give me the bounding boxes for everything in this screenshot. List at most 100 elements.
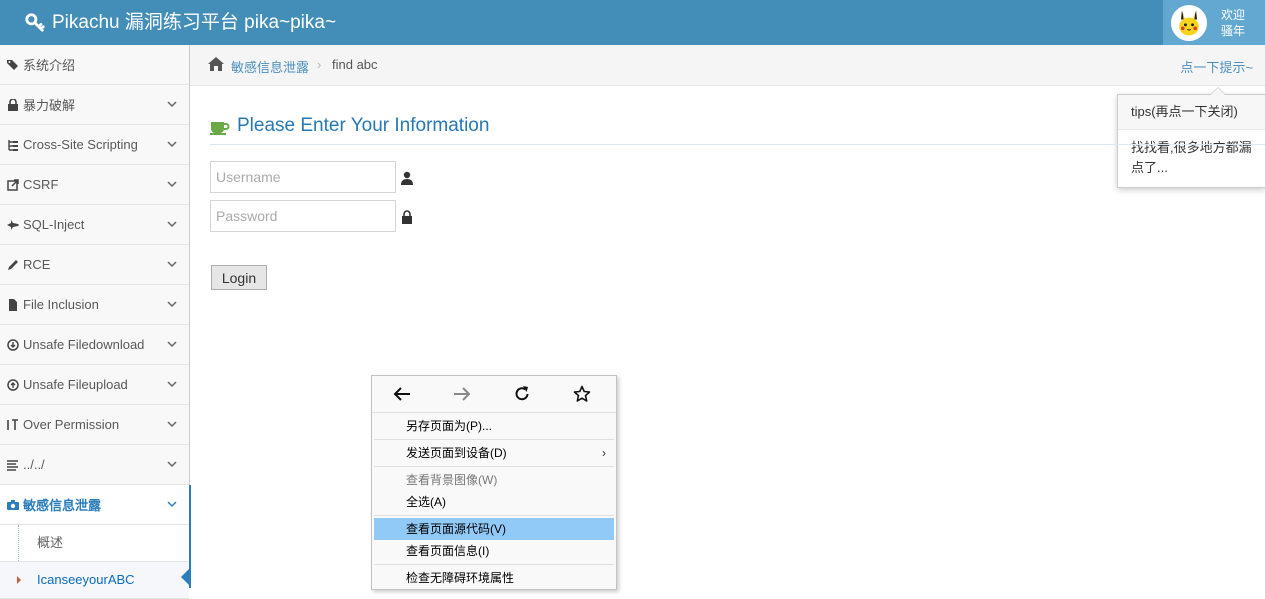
sidebar-item-label: SQL-Inject: [23, 217, 85, 232]
sidebar-item-label: Unsafe Filedownload: [23, 337, 145, 352]
sidebar-item-label: 敏感信息泄露: [23, 498, 102, 513]
sidebar-item-file-inclusion[interactable]: File Inclusion: [0, 285, 189, 325]
arrow-left-icon: [393, 387, 410, 401]
sidebar-item-label: ../../: [23, 457, 45, 472]
menu-separator: [374, 515, 614, 516]
login-button[interactable]: Login: [211, 265, 267, 290]
menu-item-send-to-device[interactable]: 发送页面到设备(D) ›: [372, 442, 616, 464]
sidebar-item-label: RCE: [23, 257, 51, 272]
sidebar-item-fileupload[interactable]: Unsafe Fileupload: [0, 365, 189, 405]
lock-icon: [402, 210, 412, 224]
chevron-down-icon: [167, 181, 177, 188]
sidebar-item-label: Cross-Site Scripting: [23, 137, 138, 152]
download-icon: [7, 338, 19, 351]
tree-line: [18, 525, 19, 561]
lock-icon: [8, 98, 18, 111]
file-icon: [9, 298, 17, 311]
user-menu[interactable]: 欢迎 骚年: [1163, 0, 1265, 45]
chevron-down-icon: [167, 101, 177, 108]
hint-link[interactable]: 点一下提示~: [1180, 57, 1253, 76]
menu-item-view-background: 查看背景图像(W): [406, 473, 498, 487]
sidebar-subitem-label: IcanseeyourABC: [37, 572, 135, 587]
form-title: Please Enter Your Information: [237, 115, 490, 136]
menu-item-label: 发送页面到设备(D): [406, 446, 507, 460]
forward-button[interactable]: [432, 376, 492, 412]
pikachu-avatar-icon: [1173, 6, 1205, 39]
sidebar-item-intro[interactable]: 系统介绍: [0, 45, 189, 85]
welcome-text: 欢迎 骚年: [1221, 7, 1245, 39]
chevron-down-icon: [167, 301, 177, 308]
sidebar-item-label: 系统介绍: [23, 58, 76, 73]
sidebar-item-label: 暴力破解: [23, 98, 76, 113]
menu-item-select-all[interactable]: 全选(A): [372, 491, 616, 513]
sidebar-item-dir-traversal[interactable]: ../../: [0, 445, 189, 485]
back-button[interactable]: [372, 376, 432, 412]
chevron-down-icon: [167, 261, 177, 268]
bookmark-button[interactable]: [552, 376, 612, 412]
top-navbar: Pikachu 漏洞练习平台 pika~pika~ 欢迎 骚年: [0, 0, 1265, 45]
sidebar-item-rce[interactable]: RCE: [0, 245, 189, 285]
chevron-down-icon: [167, 421, 177, 428]
context-menu: 另存页面为(P)... 发送页面到设备(D) › 查看背景图像(W) 全选(A)…: [371, 375, 617, 590]
external-link-icon: [7, 178, 19, 191]
chevron-down-icon: [167, 221, 177, 228]
sidebar-subitem-overview[interactable]: 概述: [0, 525, 189, 562]
camera-icon: [7, 499, 19, 510]
sidebar-item-label: Over Permission: [23, 417, 120, 432]
reload-button[interactable]: [492, 376, 552, 412]
menu-item-inspect-accessibility[interactable]: 检查无障碍环境属性: [372, 567, 616, 589]
menu-item-page-info[interactable]: 查看页面信息(I): [372, 540, 616, 562]
home-icon[interactable]: [208, 57, 224, 71]
sidebar-item-label: File Inclusion: [23, 297, 99, 312]
sidebar-subitem-label: 概述: [37, 535, 64, 550]
chevron-down-icon: [167, 501, 177, 508]
menu-separator: [374, 439, 614, 440]
password-input[interactable]: [210, 200, 396, 232]
fighter-jet-icon: [7, 219, 19, 230]
breadcrumb-current: find abc: [332, 57, 378, 72]
brand-title: Pikachu 漏洞练习平台 pika~pika~: [52, 12, 337, 33]
breadcrumb: 敏感信息泄露 › find abc 点一下提示~: [190, 45, 1265, 86]
list-icon: [7, 459, 18, 471]
context-nav-row: [372, 376, 616, 413]
popover-arrow-inner: [1211, 88, 1225, 95]
chevron-down-icon: [167, 381, 177, 388]
sidebar: 系统介绍 暴力破解 Cross-Site Scripting CSRF SQL-…: [0, 45, 190, 599]
chevron-right-icon: ›: [602, 446, 606, 460]
caret-right-icon: [17, 576, 21, 584]
user-icon: [401, 171, 413, 185]
reload-icon: [515, 386, 529, 401]
pencil-icon: [8, 259, 18, 270]
sidebar-item-sqli[interactable]: SQL-Inject: [0, 205, 189, 245]
upload-icon: [7, 378, 19, 391]
sidebar-subitem-icanseeyourabc[interactable]: IcanseeyourABC: [0, 562, 189, 599]
tags-icon: [7, 59, 18, 70]
star-icon: [573, 385, 591, 402]
chevron-down-icon: [167, 141, 177, 148]
sidebar-item-filedownload[interactable]: Unsafe Filedownload: [0, 325, 189, 365]
sitemap-icon: [8, 139, 18, 151]
chevron-down-icon: [167, 461, 177, 468]
brand[interactable]: Pikachu 漏洞练习平台 pika~pika~: [24, 0, 336, 45]
sidebar-item-csrf[interactable]: CSRF: [0, 165, 189, 205]
sidebar-item-infoleak[interactable]: 敏感信息泄露: [0, 485, 189, 525]
sidebar-item-over-permission[interactable]: Over Permission: [0, 405, 189, 445]
breadcrumb-link[interactable]: 敏感信息泄露: [231, 57, 309, 76]
menu-separator: [374, 466, 614, 467]
menu-separator: [374, 564, 614, 565]
username-input[interactable]: [210, 161, 396, 193]
coffee-icon: [210, 122, 230, 135]
arrow-right-icon: [454, 387, 471, 401]
avatar: [1171, 4, 1207, 41]
menu-item-save-page[interactable]: 另存页面为(P)...: [372, 415, 616, 437]
sidebar-item-bruteforce[interactable]: 暴力破解: [0, 85, 189, 125]
sidebar-item-label: CSRF: [23, 177, 59, 192]
welcome-line: 欢迎: [1221, 7, 1246, 22]
breadcrumb-separator: ›: [317, 57, 322, 72]
key-icon: [25, 12, 45, 32]
sidebar-item-xss[interactable]: Cross-Site Scripting: [0, 125, 189, 165]
chevron-down-icon: [167, 341, 177, 348]
menu-item-view-source[interactable]: 查看页面源代码(V): [374, 518, 614, 540]
text-height-icon: [7, 418, 18, 430]
username-line: 骚年: [1221, 23, 1246, 38]
